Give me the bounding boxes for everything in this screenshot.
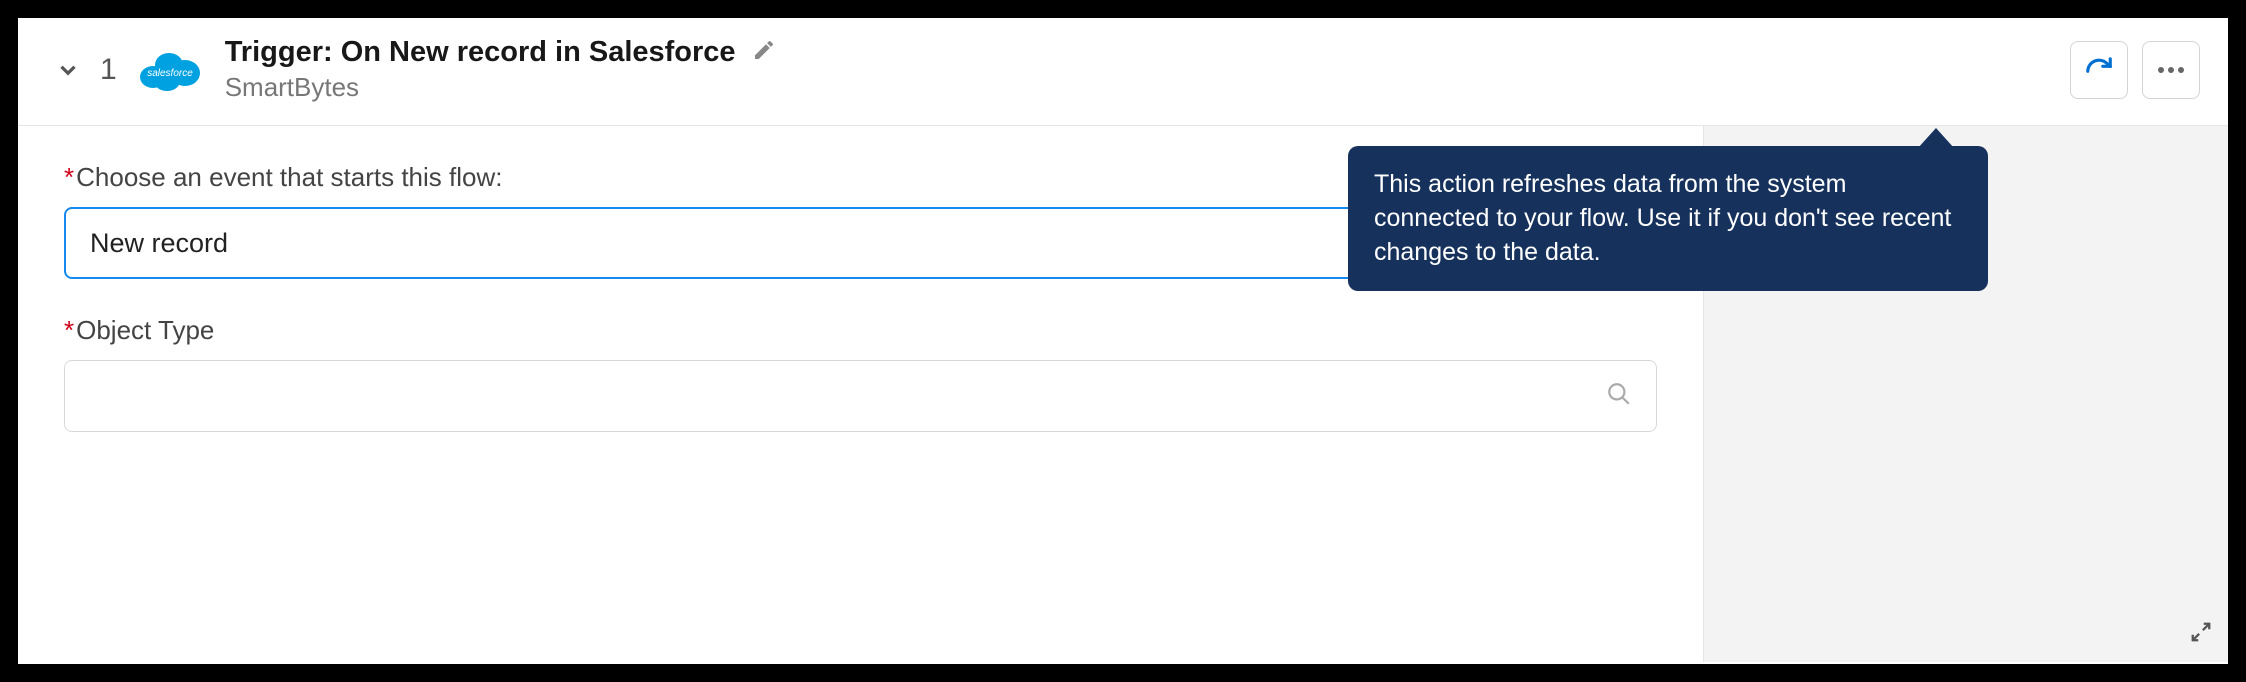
object-type-input-wrap <box>64 360 1657 432</box>
tooltip-text: This action refreshes data from the syst… <box>1374 170 1951 266</box>
object-type-input[interactable] <box>89 361 1606 431</box>
event-label-text: Choose an event that starts this flow: <box>76 162 502 192</box>
svg-text:salesforce: salesforce <box>147 68 193 79</box>
refresh-tooltip: This action refreshes data from the syst… <box>1348 146 1988 291</box>
edit-pencil-icon[interactable] <box>752 38 776 67</box>
object-type-label-text: Object Type <box>76 315 214 345</box>
header-actions <box>2070 41 2200 99</box>
expand-icon[interactable] <box>2190 621 2212 648</box>
header-titles: Trigger: On New record in Salesforce Sma… <box>225 36 776 103</box>
trigger-panel: 1 salesforce Trigger: On New record in S… <box>18 18 2228 664</box>
search-icon <box>1606 381 1632 412</box>
object-type-label: *Object Type <box>64 315 1657 346</box>
salesforce-logo-icon: salesforce <box>137 47 203 93</box>
more-actions-button[interactable] <box>2142 41 2200 99</box>
required-asterisk: * <box>64 162 74 192</box>
step-number: 1 <box>100 53 117 87</box>
panel-header: 1 salesforce Trigger: On New record in S… <box>18 18 2228 126</box>
trigger-title: Trigger: On New record in Salesforce <box>225 36 736 69</box>
object-type-field: *Object Type <box>64 315 1657 432</box>
collapse-chevron-icon[interactable] <box>54 56 82 84</box>
required-asterisk: * <box>64 315 74 345</box>
event-select-value: New record <box>90 228 228 259</box>
connection-subtitle: SmartBytes <box>225 72 776 103</box>
refresh-button[interactable] <box>2070 41 2128 99</box>
